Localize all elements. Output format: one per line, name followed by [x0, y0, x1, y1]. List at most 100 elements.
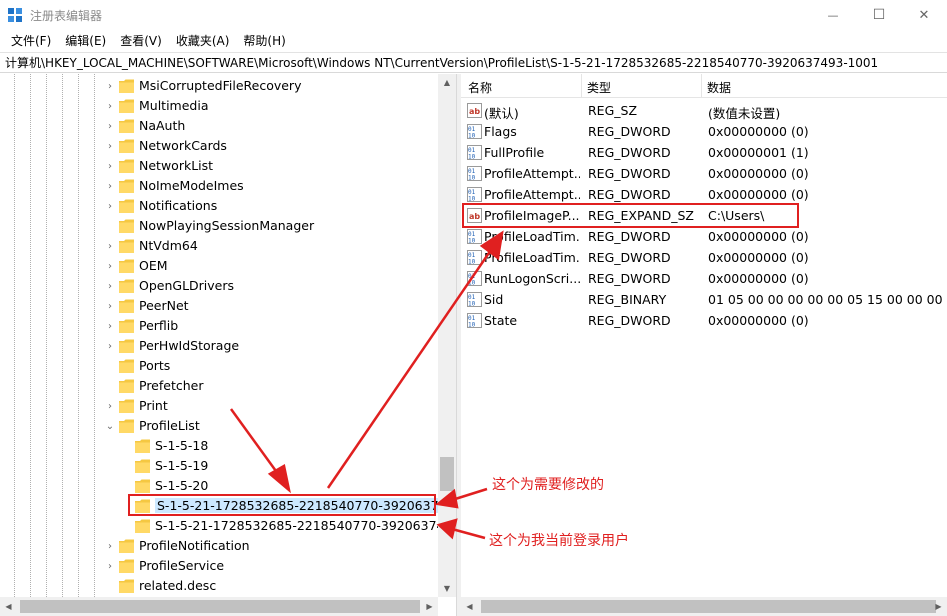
folder-icon [119, 319, 134, 333]
chevron-right-icon[interactable]: › [104, 536, 116, 556]
tree-item[interactable]: related.desc [0, 576, 438, 596]
scroll-right-arrow-icon[interactable]: ▶ [930, 597, 947, 616]
scroll-down-arrow-icon[interactable]: ▼ [438, 580, 456, 597]
value-row[interactable]: 01 10 ProfileAttempt... REG_DWORD 0x00000000… [461, 184, 947, 205]
tree-item[interactable]: › Notifications [0, 196, 438, 216]
chevron-right-icon[interactable]: › [104, 116, 116, 136]
tree-item[interactable]: › MsiCorruptedFileRecovery [0, 76, 438, 96]
chevron-right-icon[interactable]: › [104, 296, 116, 316]
value-type: REG_DWORD [588, 124, 671, 139]
scroll-left-arrow-icon[interactable]: ◀ [0, 597, 17, 616]
column-header-data[interactable]: 数据 [707, 79, 731, 96]
value-row[interactable]: ab (默认) REG_SZ (数值未设置) [461, 100, 947, 121]
value-name: (默认) [484, 106, 519, 121]
svg-text:10: 10 [468, 238, 476, 245]
tree-item[interactable]: › NtVdm64 [0, 236, 438, 256]
tree-item[interactable]: NowPlayingSessionManager [0, 216, 438, 236]
menu-edit[interactable]: 编辑(E) [58, 32, 113, 49]
chevron-right-icon[interactable]: › [104, 316, 116, 336]
values-column-header: 名称 类型 数据 [461, 74, 947, 98]
chevron-right-icon[interactable]: › [104, 236, 116, 256]
address-bar[interactable]: 计算机\HKEY_LOCAL_MACHINE\SOFTWARE\Microsof… [0, 52, 947, 73]
tree-item[interactable]: › NaAuth [0, 116, 438, 136]
column-header-type[interactable]: 类型 [587, 79, 611, 96]
tree-item-label: PeerNet [139, 298, 189, 313]
tree-item[interactable]: S-1-5-21-1728532685-2218540770-392063749… [0, 516, 438, 536]
scroll-up-arrow-icon[interactable]: ▲ [438, 74, 456, 91]
value-row[interactable]: 01 10 ProfileLoadTim... REG_DWORD 0x00000000… [461, 247, 947, 268]
tree-item[interactable]: › NetworkCards [0, 136, 438, 156]
column-divider[interactable] [701, 74, 702, 98]
value-type: REG_DWORD [588, 271, 671, 286]
tree-item[interactable]: › Print [0, 396, 438, 416]
tree-item[interactable]: › ProfileNotification [0, 536, 438, 556]
chevron-right-icon[interactable]: › [104, 556, 116, 576]
tree-horizontal-scrollbar[interactable]: ◀ ▶ [0, 597, 438, 616]
tree-item[interactable]: › PeerNet [0, 296, 438, 316]
chevron-right-icon[interactable]: › [104, 76, 116, 96]
tree-item[interactable]: › OEM [0, 256, 438, 276]
value-row[interactable]: 01 10 FullProfile REG_DWORD 0x00000001 (1) [461, 142, 947, 163]
menu-help[interactable]: 帮助(H) [236, 32, 292, 49]
chevron-right-icon [120, 456, 132, 476]
tree-item[interactable]: ⌄ ProfileList [0, 416, 438, 436]
chevron-right-icon[interactable]: › [104, 336, 116, 356]
column-header-name[interactable]: 名称 [468, 79, 492, 96]
value-name: ProfileLoadTim... [484, 250, 580, 265]
chevron-right-icon[interactable]: › [104, 396, 116, 416]
values-horizontal-scrollbar[interactable]: ◀ ▶ [461, 597, 947, 616]
binary-value-icon: 0110 [467, 166, 482, 181]
value-row[interactable]: 01 10 ProfileAttempt... REG_DWORD 0x00000000… [461, 163, 947, 184]
key-tree-pane[interactable]: › MsiCorruptedFileRecovery › Multimedia › NaA… [0, 74, 456, 616]
scroll-left-arrow-icon[interactable]: ◀ [461, 597, 478, 616]
chevron-right-icon[interactable]: › [104, 96, 116, 116]
tree-item[interactable]: › Multimedia [0, 96, 438, 116]
tree-horizontal-scroll-thumb[interactable] [20, 600, 420, 613]
tree-item[interactable]: › NoImeModeImes [0, 176, 438, 196]
values-horizontal-scroll-thumb[interactable] [481, 600, 936, 613]
tree-item[interactable]: S-1-5-18 [0, 436, 438, 456]
value-data: (数值未设置) [708, 106, 781, 121]
tree-vertical-scrollbar[interactable]: ▲ ▼ [438, 74, 456, 597]
chevron-right-icon[interactable]: › [104, 276, 116, 296]
minimize-button[interactable]: — [810, 0, 856, 30]
tree-item-label: Perflib [139, 318, 179, 333]
value-data: 0x00000000 (0) [708, 166, 809, 181]
folder-icon [119, 119, 134, 133]
tree-item-label: OEM [139, 258, 168, 273]
chevron-right-icon[interactable]: › [104, 196, 116, 216]
maximize-button[interactable]: ☐ [856, 0, 902, 30]
chevron-right-icon[interactable]: › [104, 156, 116, 176]
value-row[interactable]: 01 10 ProfileLoadTim... REG_DWORD 0x00000000… [461, 226, 947, 247]
close-button[interactable]: ✕ [901, 0, 947, 30]
chevron-right-icon[interactable]: › [104, 176, 116, 196]
tree-item[interactable]: › NetworkList [0, 156, 438, 176]
tree-item[interactable]: › Perflib [0, 316, 438, 336]
chevron-right-icon [104, 376, 116, 396]
value-row[interactable]: 01 10 Flags REG_DWORD 0x00000000 (0) [461, 121, 947, 142]
chevron-down-icon[interactable]: ⌄ [104, 416, 116, 436]
menu-bar: 文件(F) 编辑(E) 查看(V) 收藏夹(A) 帮助(H) [0, 30, 947, 51]
value-row[interactable]: 01 10 RunLogonScri... REG_DWORD 0x00000000 (… [461, 268, 947, 289]
tree-item[interactable]: › OpenGLDrivers [0, 276, 438, 296]
value-data: 01 05 00 00 00 00 00 05 15 00 00 00 cd 5 [708, 292, 947, 307]
chevron-right-icon[interactable]: › [104, 136, 116, 156]
tree-item[interactable]: S-1-5-20 [0, 476, 438, 496]
value-row[interactable]: 01 10 Sid REG_BINARY 01 05 00 00 00 00 00 05… [461, 289, 947, 310]
value-row[interactable]: 01 10 State REG_DWORD 0x00000000 (0) [461, 310, 947, 331]
column-divider[interactable] [581, 74, 582, 98]
tree-vertical-scroll-thumb[interactable] [440, 457, 454, 491]
folder-icon [119, 379, 134, 393]
tree-item[interactable]: Prefetcher [0, 376, 438, 396]
menu-file[interactable]: 文件(F) [4, 32, 58, 49]
svg-text:10: 10 [468, 175, 476, 182]
tree-item[interactable]: S-1-5-19 [0, 456, 438, 476]
tree-item[interactable]: › ProfileService [0, 556, 438, 576]
chevron-right-icon[interactable]: › [104, 256, 116, 276]
tree-item[interactable]: Ports [0, 356, 438, 376]
binary-value-icon: 0110 [467, 250, 482, 265]
scroll-right-arrow-icon[interactable]: ▶ [421, 597, 438, 616]
tree-item[interactable]: › PerHwIdStorage [0, 336, 438, 356]
menu-view[interactable]: 查看(V) [113, 32, 169, 49]
menu-favorites[interactable]: 收藏夹(A) [169, 32, 237, 49]
